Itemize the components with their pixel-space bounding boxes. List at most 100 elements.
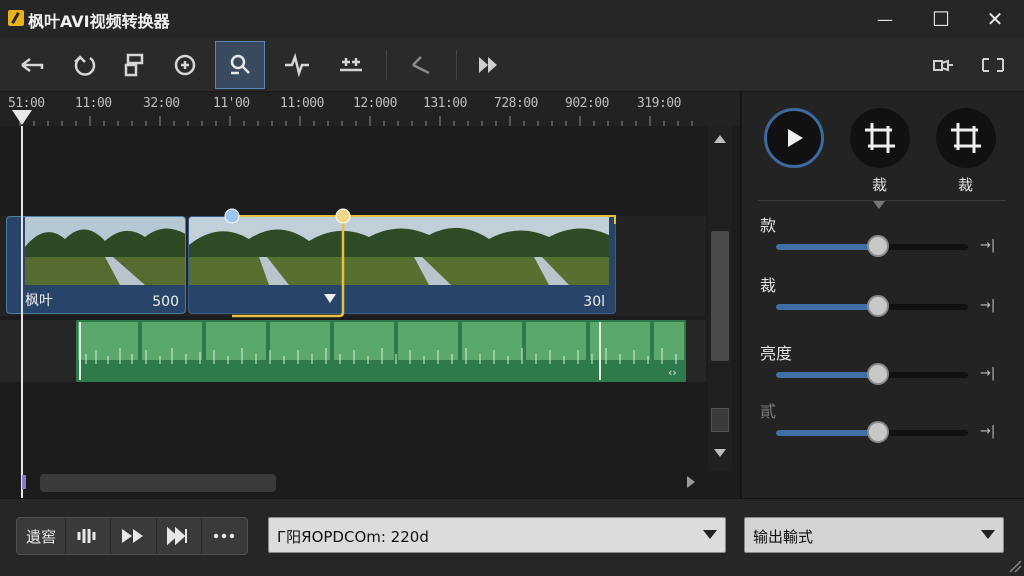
crop-button[interactable]	[968, 41, 1018, 89]
forward-button[interactable]	[463, 41, 513, 89]
ruler-ticks	[19, 116, 693, 126]
audio-split-button[interactable]	[272, 41, 322, 89]
audio-clip[interactable]: ‹›	[76, 320, 686, 382]
format-select[interactable]: Г阳ЯОРDCОm: 220d	[268, 517, 726, 553]
magic-search-button[interactable]	[215, 41, 265, 89]
snapshot-button[interactable]	[918, 41, 968, 89]
toolbar	[0, 38, 1024, 92]
horizontal-scrollbar[interactable]	[22, 471, 708, 493]
reset-to-end-icon[interactable]: →|	[980, 298, 995, 313]
crop-caption-1: 裁	[872, 176, 888, 194]
close-button[interactable]: ✕	[972, 4, 1018, 34]
split-button[interactable]	[110, 41, 160, 89]
scroll-down-icon[interactable]	[713, 448, 727, 458]
slider-label: 亮度	[760, 344, 793, 363]
clip-title: 枫叶	[25, 293, 53, 309]
ruler-label: 11:000	[280, 96, 324, 111]
playhead-marker-icon[interactable]	[11, 110, 33, 126]
slider-knob[interactable]	[866, 235, 889, 257]
output-select[interactable]: 输出輸式	[744, 517, 1004, 553]
crop-icon	[982, 58, 1004, 72]
scroll-end-box	[711, 408, 729, 432]
slider-label: 裁	[760, 276, 777, 295]
chevron-down-icon	[981, 530, 995, 539]
time-ruler[interactable]: 51:00 11:00 32:00 11'00 11:000 12:000 13…	[0, 92, 740, 126]
crop-frame-icon	[865, 123, 895, 153]
ruler-label: 902:00	[565, 96, 609, 111]
reset-to-end-icon[interactable]: →|	[980, 366, 995, 381]
transport-first-label: 遺窖	[26, 527, 57, 546]
more-button[interactable]	[202, 518, 247, 554]
video-clip[interactable]: 枫叶 500	[6, 216, 186, 314]
minimize-button[interactable]: —	[862, 4, 908, 34]
timeline[interactable]: 枫叶 500 30l ‹›	[0, 126, 740, 498]
horizontal-scroll-thumb[interactable]	[40, 474, 276, 492]
slider-knob[interactable]	[866, 295, 889, 317]
add-marker-icon	[174, 54, 196, 76]
frames-icon	[77, 529, 96, 543]
transport-first-button[interactable]: 遺窖	[17, 518, 67, 554]
reset-to-end-icon[interactable]: →|	[980, 424, 995, 439]
add-track-icon	[340, 58, 362, 72]
crop-button-2[interactable]	[936, 108, 996, 168]
properties-panel: 裁 裁 款 →| 裁 →| 亮度 →| 貳 →|	[740, 92, 1024, 498]
ruler-label: 728:00	[494, 96, 538, 111]
slider-track[interactable]	[776, 295, 968, 317]
resize-grip-icon[interactable]	[1008, 559, 1022, 573]
slider-label: 貳	[760, 402, 777, 421]
magic-search-icon	[230, 54, 250, 75]
vertical-scrollbar[interactable]	[708, 126, 732, 471]
maximize-button[interactable]: ☐	[918, 4, 964, 34]
toolbar-divider	[386, 50, 387, 80]
back-button[interactable]	[395, 41, 445, 89]
app-logo-icon	[8, 10, 24, 26]
snapshot-icon	[933, 59, 953, 72]
slider-fill	[776, 430, 878, 436]
ruler-label: 32:00	[143, 96, 180, 111]
minimize-icon: —	[877, 9, 893, 29]
maximize-icon: ☐	[932, 7, 950, 31]
toolbar-divider	[456, 50, 457, 80]
clip-thumbnail	[25, 217, 185, 285]
fast-forward-icon	[122, 529, 144, 543]
ruler-label: 11'00	[213, 96, 250, 111]
crop-caption-2: 裁	[958, 176, 974, 194]
bottom-bar: 遺窖 Г阳ЯОРDCОm: 220d 输出輸式	[0, 498, 1024, 576]
output-select-value: 输出輸式	[753, 528, 814, 546]
slider-fill	[776, 244, 878, 250]
reset-to-end-icon[interactable]: →|	[980, 238, 995, 253]
forward-icon	[479, 57, 497, 73]
panel-handle-icon[interactable]	[872, 200, 886, 210]
ruler-label: 131:00	[423, 96, 467, 111]
play-button[interactable]	[764, 108, 824, 168]
vertical-scroll-thumb[interactable]	[711, 231, 729, 361]
selection-overlay[interactable]	[180, 206, 620, 318]
format-select-value: Г阳ЯОРDCОm: 220d	[277, 528, 429, 546]
undo-button[interactable]	[8, 41, 58, 89]
slider-fill	[776, 372, 878, 378]
slider-knob[interactable]	[866, 421, 889, 443]
skip-end-button[interactable]	[157, 518, 202, 554]
add-track-button[interactable]	[326, 41, 376, 89]
fast-forward-button[interactable]	[111, 518, 157, 554]
audio-waveform: ‹›	[76, 320, 686, 382]
rotate-button[interactable]	[60, 41, 110, 89]
crop-button-1[interactable]	[850, 108, 910, 168]
slider-track[interactable]	[776, 363, 968, 385]
transport-controls: 遺窖	[16, 517, 248, 555]
playhead-line[interactable]	[21, 126, 23, 498]
svg-text:‹›: ‹›	[668, 366, 677, 379]
audio-split-icon	[285, 53, 309, 77]
more-icon	[214, 533, 235, 539]
ruler-label: 12:000	[353, 96, 397, 111]
scroll-right-icon[interactable]	[686, 475, 696, 489]
scroll-up-icon[interactable]	[713, 134, 727, 144]
add-marker-button[interactable]	[160, 41, 210, 89]
step-frames-button[interactable]	[66, 518, 112, 554]
title-bar: 枫叶AVI视频转换器 — ☐ ✕	[0, 0, 1024, 38]
chevron-down-icon	[703, 530, 717, 539]
slider-knob[interactable]	[866, 363, 889, 385]
slider-track[interactable]	[776, 235, 968, 257]
slider-track[interactable]	[776, 421, 968, 443]
undo-icon	[21, 58, 44, 72]
